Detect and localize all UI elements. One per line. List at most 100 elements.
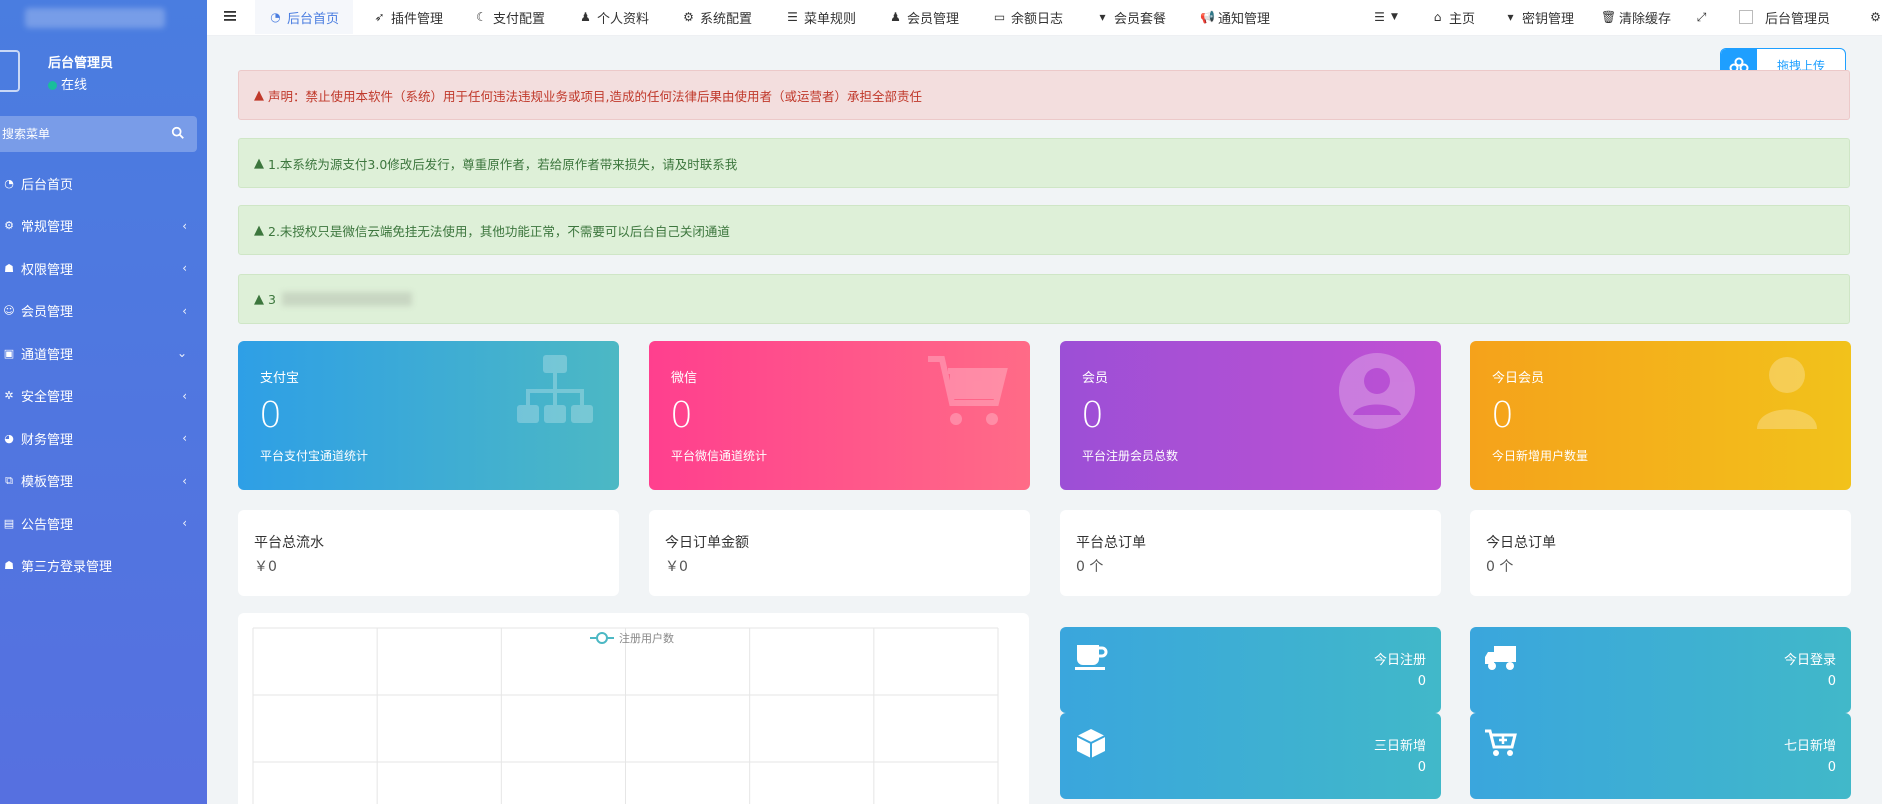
alert-text: 声明：禁止使用本软件（系统）用于任何违法违规业务或项目,造成的任何法律后果由使用… [268, 88, 922, 104]
key-management-label: 密钥管理 [1522, 11, 1575, 27]
user-icon: ♟ [580, 10, 591, 24]
user-status: 在线 [48, 74, 87, 93]
clear-cache-button[interactable]: 🗑 清除缓存 [1601, 0, 1671, 34]
tab-member-packages[interactable]: ▾ 会员套餐 [1096, 0, 1166, 34]
key-management-link[interactable]: ▾ 密钥管理 [1504, 0, 1574, 34]
chevron-left-icon: ‹ [182, 473, 187, 488]
tab-profile[interactable]: ♟ 个人资料 [579, 0, 649, 34]
more-dropdown[interactable]: ☰ ▼ [1373, 0, 1398, 34]
info-title: 平台总流水 [254, 535, 324, 551]
money-icon: ▭ [993, 10, 1006, 24]
info-card-today-amount: 今日订单金额 ￥0 [649, 510, 1030, 596]
user-menu[interactable]: 后台管理员 [1739, 0, 1830, 34]
tab-label: 会员套餐 [1114, 11, 1167, 27]
sidebar-item-dashboard[interactable]: ◔ 后台首页 [0, 162, 207, 205]
logo-bar [0, 0, 207, 40]
cogs-icon: ⚙ [4, 219, 14, 233]
sidebar-item-general[interactable]: ⚙ 常规管理 ‹ [0, 205, 207, 248]
pie-chart-icon: ◕ [4, 431, 14, 445]
tab-label: 插件管理 [391, 11, 444, 27]
tab-label: 支付配置 [493, 11, 546, 27]
tab-dashboard[interactable]: ◔ 后台首页 [255, 0, 354, 34]
dashboard-icon: ◔ [4, 176, 14, 190]
sidebar-item-label: 财务管理 [21, 432, 74, 448]
warning-icon: ▲ [254, 155, 264, 171]
menu-toggle-icon[interactable] [223, 9, 237, 23]
sidebar-item-label: 权限管理 [21, 262, 74, 278]
sidebar-item-channels[interactable]: ▣ 通道管理 ⌄ [0, 332, 207, 375]
settings-button[interactable]: ⚙ [1869, 0, 1882, 34]
info-title: 平台总订单 [1076, 535, 1146, 551]
mini-value: 0 [1417, 760, 1426, 775]
mini-value: 0 [1417, 674, 1426, 689]
mini-title: 七日新增 [1783, 739, 1836, 754]
sidebar-item-templates[interactable]: ⧉ 模板管理 ‹ [0, 460, 207, 503]
tab-label: 通知管理 [1218, 11, 1271, 27]
tab-label: 个人资料 [597, 11, 650, 27]
status-text: 在线 [61, 78, 88, 93]
stat-subtitle: 今日新增用户数量 [1492, 449, 1589, 463]
alert-notice-2: ▲ 2.未授权只是微信云端免挂无法使用，其他功能正常，不需要可以后台自己关闭通道 [238, 205, 1850, 255]
tab-menu-rules[interactable]: ☰ 菜单规则 [786, 0, 856, 34]
vimeo-icon: ▾ [1099, 10, 1106, 24]
alert-text: 2.未授权只是微信云端免挂无法使用，其他功能正常，不需要可以后台自己关闭通道 [268, 223, 730, 239]
moon-icon: ☾ [476, 10, 487, 24]
search-icon[interactable] [171, 126, 185, 140]
mini-value: 0 [1827, 674, 1836, 689]
legend-label: 注册用户数 [619, 631, 674, 645]
chevron-left-icon: ‹ [182, 303, 187, 318]
sidebar-item-finance[interactable]: ◕ 财务管理 ‹ [0, 417, 207, 460]
cart-plus-icon [1485, 729, 1517, 756]
stat-value: 0 [670, 395, 693, 436]
info-value: ￥0 [254, 559, 277, 575]
tab-payment-config[interactable]: ☾ 支付配置 [475, 0, 545, 34]
chevron-left-icon: ‹ [182, 261, 187, 276]
mini-card-three-day-new: 三日新增 0 [1060, 713, 1441, 799]
tab-notifications[interactable]: 📢 通知管理 [1200, 0, 1270, 34]
chevron-left-icon: ‹ [182, 431, 187, 446]
sidebar-item-security[interactable]: ✲ 安全管理 ‹ [0, 375, 207, 418]
home-label: 主页 [1449, 11, 1476, 27]
menu-search-input[interactable] [0, 116, 160, 152]
menu-search [0, 116, 197, 152]
tab-balance-log[interactable]: ▭ 余额日志 [993, 0, 1063, 34]
user-circle-icon: ☺ [3, 304, 15, 318]
info-card-total-flow: 平台总流水 ￥0 [238, 510, 619, 596]
gear-icon: ✲ [4, 389, 14, 403]
cube-icon [1076, 729, 1106, 758]
user-icon: ♟ [890, 10, 901, 24]
user-panel: 后台管理员 在线 [0, 48, 207, 98]
tab-members[interactable]: ♟ 会员管理 [889, 0, 959, 34]
chart-legend[interactable]: 注册用户数 [590, 631, 674, 645]
home-icon: ⌂ [1433, 10, 1442, 24]
sidebar-item-third-party-login[interactable]: ☗ 第三方登录管理 [0, 545, 207, 588]
mini-value: 0 [1827, 760, 1836, 775]
info-title: 今日订单金额 [665, 535, 749, 551]
users-icon: ☗ [4, 559, 14, 573]
mini-title: 今日注册 [1373, 653, 1426, 668]
tab-system-config[interactable]: ⚙ 系统配置 [682, 0, 752, 34]
warning-icon: ▲ [254, 87, 264, 103]
stat-title: 微信 [671, 371, 698, 386]
mini-title: 三日新增 [1373, 739, 1426, 754]
sidebar-item-label: 通道管理 [21, 347, 74, 363]
sidebar-item-label: 公告管理 [21, 517, 74, 533]
fullscreen-button[interactable]: ⤢ [1695, 0, 1713, 34]
sidebar-item-members[interactable]: ☺ 会员管理 ‹ [0, 290, 207, 333]
alert-text: 1.本系统为源支付3.0修改后发行，尊重原作者，若给原作者带来损失，请及时联系我 [268, 156, 738, 172]
gears-icon: ⚙ [1870, 10, 1881, 24]
info-card-today-orders: 今日总订单 0 个 [1470, 510, 1851, 596]
file-text-icon: ▤ [3, 516, 15, 530]
list-icon: ☰ [1374, 10, 1385, 24]
rocket-icon: ➶ [374, 10, 385, 24]
alert-notice-3: ▲ 3 [238, 274, 1850, 324]
home-link[interactable]: ⌂ 主页 [1431, 0, 1475, 34]
sitemap-icon [517, 355, 593, 423]
avatar [0, 50, 20, 92]
stat-title: 会员 [1082, 371, 1109, 386]
stat-value: 0 [1081, 395, 1104, 436]
sidebar-item-permission[interactable]: ☗ 权限管理 ‹ [0, 247, 207, 290]
sidebar-item-announcements[interactable]: ▤ 公告管理 ‹ [0, 502, 207, 545]
stat-subtitle: 平台支付宝通道统计 [260, 449, 369, 463]
tab-plugins[interactable]: ➶ 插件管理 [373, 0, 443, 34]
